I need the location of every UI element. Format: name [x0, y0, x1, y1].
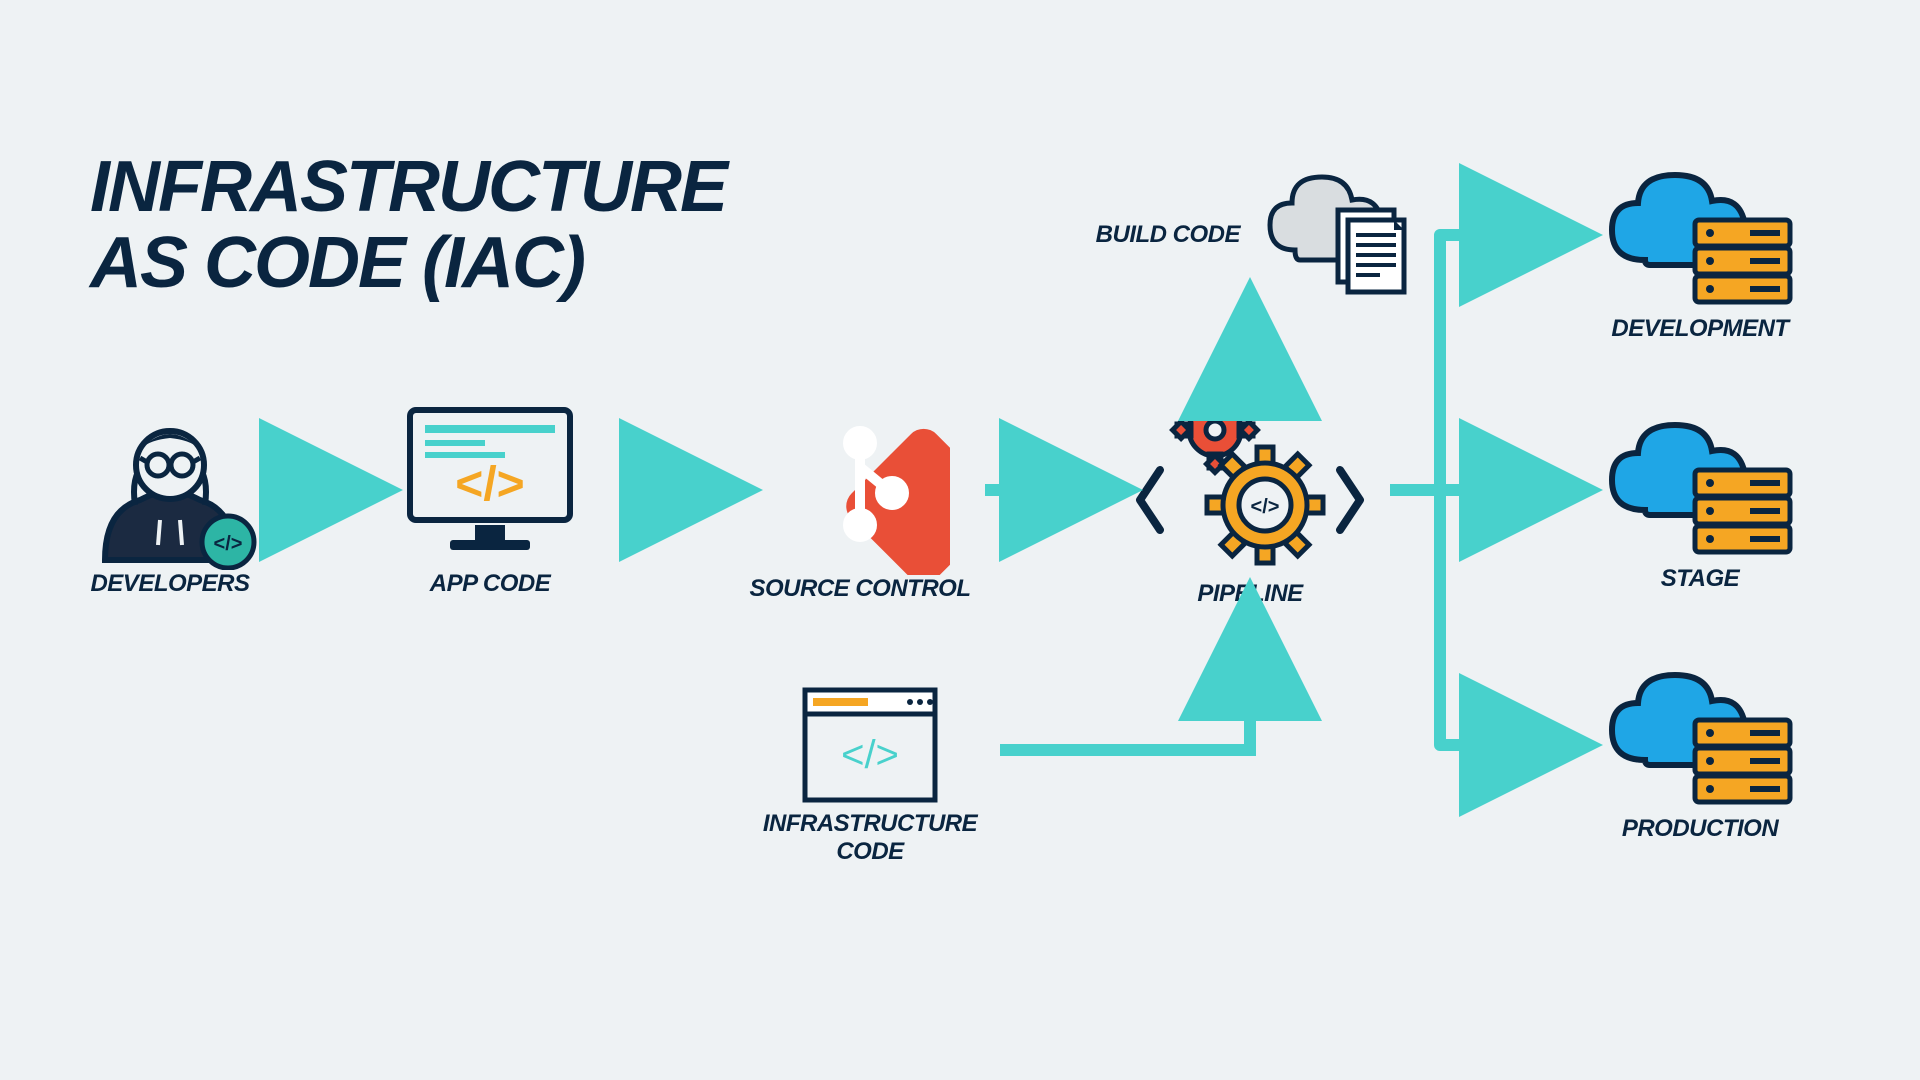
stage-label: STAGE — [1661, 565, 1739, 593]
node-development: DEVELOPMENT — [1570, 165, 1830, 343]
node-stage: STAGE — [1570, 415, 1830, 593]
svg-text:</>: </> — [455, 458, 524, 511]
title-line2: AS CODE (IAC) — [90, 226, 726, 302]
node-infrastructure-code: </> INFRASTRUCTURE CODE — [740, 680, 1000, 866]
node-pipeline: </> PIPELINE — [1120, 390, 1380, 608]
node-production: PRODUCTION — [1570, 665, 1830, 843]
cloud-server-icon — [1600, 665, 1800, 815]
diagram-title: INFRASTRUCTURE AS CODE (IAC) — [90, 150, 726, 301]
svg-text:</>: </> — [841, 733, 899, 777]
app-code-label: APP CODE — [430, 570, 550, 598]
cloud-server-icon — [1600, 165, 1800, 315]
cloud-document-icon — [1260, 165, 1420, 305]
infrastructure-code-label: INFRASTRUCTURE CODE — [740, 810, 1000, 866]
svg-text:</>: </> — [1251, 496, 1280, 518]
pipeline-label: PIPELINE — [1197, 580, 1302, 608]
development-label: DEVELOPMENT — [1611, 315, 1788, 343]
node-developers: </> DEVELOPERS — [60, 390, 280, 598]
cloud-server-icon — [1600, 415, 1800, 565]
monitor-code-icon: </> — [390, 400, 590, 570]
production-label: PRODUCTION — [1622, 815, 1778, 843]
title-line1: INFRASTRUCTURE — [90, 150, 726, 226]
source-control-label: SOURCE CONTROL — [750, 575, 971, 603]
pipeline-gears-icon: </> — [1135, 390, 1365, 580]
developers-label: DEVELOPERS — [90, 570, 249, 598]
svg-text:</>: </> — [214, 533, 243, 555]
node-build-code: BUILD CODE — [1020, 165, 1420, 305]
build-code-label: BUILD CODE — [1020, 221, 1240, 249]
browser-code-icon: </> — [795, 680, 945, 810]
node-app-code: </> APP CODE — [380, 400, 600, 598]
node-source-control: SOURCE CONTROL — [740, 395, 980, 603]
git-icon — [770, 395, 950, 575]
developer-icon: </> — [80, 390, 260, 570]
